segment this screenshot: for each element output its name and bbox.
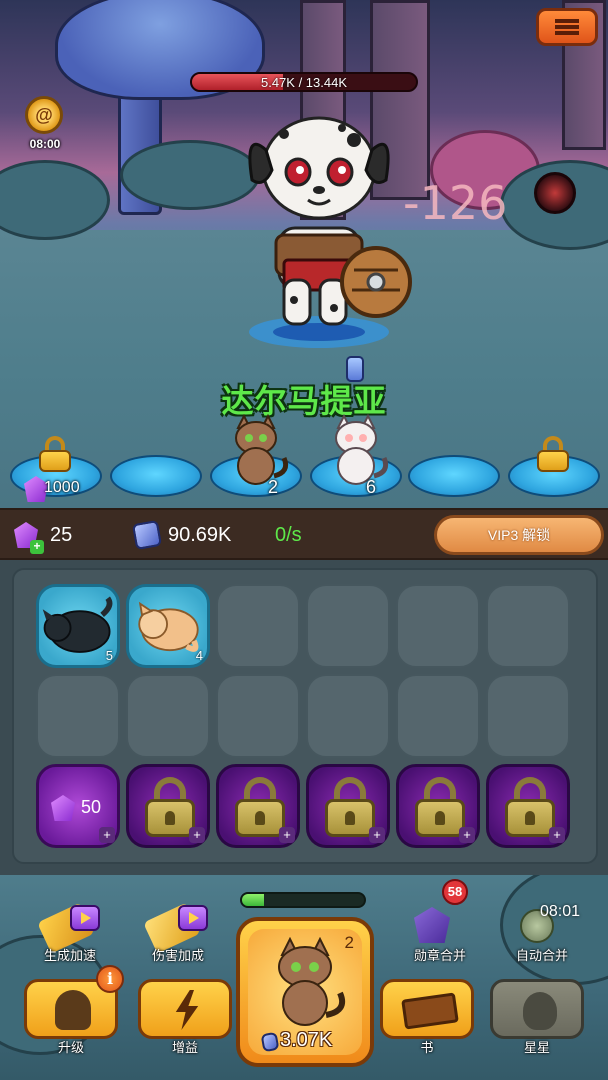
cell-plus: + bbox=[189, 827, 205, 843]
battle-scene: @ 08:00 5.47K / 13.44K -126 达尔马提亚 1000 2… bbox=[0, 0, 608, 508]
boss-name: 达尔马提亚 bbox=[221, 383, 387, 419]
grid-cell-empty[interactable] bbox=[216, 674, 300, 758]
grid-cell-empty[interactable] bbox=[216, 584, 300, 668]
stars-button[interactable] bbox=[490, 979, 584, 1039]
lock-icon bbox=[145, 777, 195, 837]
lock-icon bbox=[325, 777, 375, 837]
video-ad-icon bbox=[70, 905, 100, 931]
bottom-panel: 生成加速 伤害加成 勋章合并 58 自动合并 08:01 2 3.07K i 升… bbox=[0, 875, 608, 1080]
grid-cell-empty[interactable] bbox=[396, 584, 480, 668]
grid-cell-empty[interactable] bbox=[486, 584, 570, 668]
gem-count: 25 bbox=[50, 524, 73, 546]
star-bag-icon bbox=[523, 992, 557, 1030]
background-bush bbox=[0, 160, 110, 240]
cat-level: 5 bbox=[105, 648, 113, 663]
coin-count: 90.69K bbox=[168, 524, 232, 546]
boost-label: 增益 bbox=[171, 1040, 198, 1055]
notification-badge: 58 bbox=[442, 879, 468, 905]
boost-button[interactable] bbox=[138, 979, 232, 1039]
income-rate: 0/s bbox=[275, 524, 302, 546]
merge-board: 5 4 50 + + + + + + bbox=[0, 560, 608, 875]
speed-up-label: 生成加速 bbox=[43, 948, 96, 963]
tabby-cat bbox=[278, 937, 346, 1026]
merge-grid: 5 4 50 + + + + + + bbox=[12, 568, 598, 864]
cell-plus: + bbox=[99, 827, 115, 843]
monster-icon bbox=[55, 990, 91, 1030]
tabby-cat bbox=[235, 414, 289, 485]
spawn-progress-fill bbox=[242, 894, 264, 906]
resource-bar: + 25 90.69K 0/s VIP3 解锁 bbox=[0, 508, 608, 560]
damage-popup: -126 bbox=[403, 176, 508, 230]
grid-cell-empty[interactable] bbox=[396, 674, 480, 758]
lock-icon bbox=[415, 777, 465, 837]
info-icon: i bbox=[96, 965, 124, 993]
upgrade-label: 升级 bbox=[57, 1040, 84, 1055]
grid-cell-locked[interactable]: + bbox=[486, 764, 570, 848]
cushion-cat-count: 6 bbox=[366, 477, 377, 497]
paw-coin-icon bbox=[131, 519, 163, 551]
boss-skill-icon[interactable] bbox=[534, 172, 576, 214]
grid-cell-empty[interactable] bbox=[126, 674, 210, 758]
cushion-slot-2[interactable] bbox=[110, 455, 202, 497]
boss-timer: 08:00 bbox=[29, 137, 61, 151]
book-button[interactable] bbox=[380, 979, 474, 1039]
cushion-cat-count: 2 bbox=[268, 477, 279, 497]
buy-cat-button[interactable]: 2 3.07K bbox=[236, 917, 374, 1067]
grid-cell-empty[interactable] bbox=[306, 674, 390, 758]
boss-dalmatian[interactable] bbox=[224, 110, 414, 350]
hamburger-icon bbox=[555, 19, 579, 35]
cell-plus: + bbox=[459, 827, 475, 843]
buy-cat-level: 2 bbox=[344, 933, 354, 952]
grid-cell-empty[interactable] bbox=[486, 674, 570, 758]
medal-gem-icon bbox=[414, 907, 450, 943]
boss-hp-bar: 5.47K / 13.44K bbox=[190, 72, 418, 92]
stars-label: 星星 bbox=[523, 1040, 550, 1055]
white-cat bbox=[335, 414, 389, 485]
auto-merge-timer: 08:01 bbox=[540, 903, 581, 920]
cell-plus: + bbox=[279, 827, 295, 843]
add-gems-button[interactable]: + bbox=[30, 540, 44, 554]
grid-cell-locked[interactable]: + bbox=[306, 764, 390, 848]
medal-merge-label: 勋章合并 bbox=[413, 948, 466, 963]
lock-icon bbox=[505, 777, 555, 837]
cell-unlock-cost: 50 bbox=[81, 797, 102, 817]
lock-icon bbox=[537, 436, 569, 472]
lock-icon bbox=[39, 436, 71, 472]
boss-timer-icon[interactable]: @ bbox=[25, 96, 63, 134]
grid-cell-locked[interactable]: + bbox=[126, 764, 210, 848]
grid-cell-locked[interactable]: + bbox=[216, 764, 300, 848]
video-ad-icon bbox=[178, 905, 208, 931]
speed-up-feature[interactable]: 生成加速 bbox=[30, 902, 110, 963]
book-label: 书 bbox=[420, 1040, 434, 1055]
cell-plus: + bbox=[549, 827, 565, 843]
cushion-slot-5[interactable] bbox=[408, 455, 500, 497]
lightning-icon bbox=[175, 990, 199, 1030]
cat-level: 4 bbox=[195, 648, 203, 663]
buy-cat-cost: 3.07K bbox=[280, 1029, 333, 1051]
grid-cell-locked[interactable]: + bbox=[396, 764, 480, 848]
cell-plus: + bbox=[369, 827, 385, 843]
cushion-unlock-cost: 1000 bbox=[44, 479, 80, 496]
grid-cell-gem-unlock[interactable]: 50 + bbox=[36, 764, 120, 848]
auto-merge-label: 自动合并 bbox=[515, 948, 568, 963]
menu-button[interactable] bbox=[536, 8, 598, 46]
vip-unlock-button[interactable]: VIP3 解锁 bbox=[434, 515, 604, 555]
damage-up-feature[interactable]: 伤害加成 bbox=[138, 902, 218, 963]
gem-icon bbox=[51, 795, 75, 821]
spawn-progress-bar bbox=[240, 892, 366, 908]
grid-cell-cat[interactable]: 5 bbox=[36, 584, 120, 668]
grid-cell-empty[interactable] bbox=[36, 674, 120, 758]
grid-cell-cat[interactable]: 4 bbox=[126, 584, 210, 668]
boss-hp-text: 5.47K / 13.44K bbox=[260, 75, 347, 90]
medal-merge-feature[interactable]: 勋章合并 bbox=[400, 903, 480, 963]
damage-up-label: 伤害加成 bbox=[151, 948, 204, 963]
book-icon bbox=[401, 992, 459, 1030]
grid-cell-empty[interactable] bbox=[306, 584, 390, 668]
lock-icon bbox=[235, 777, 285, 837]
